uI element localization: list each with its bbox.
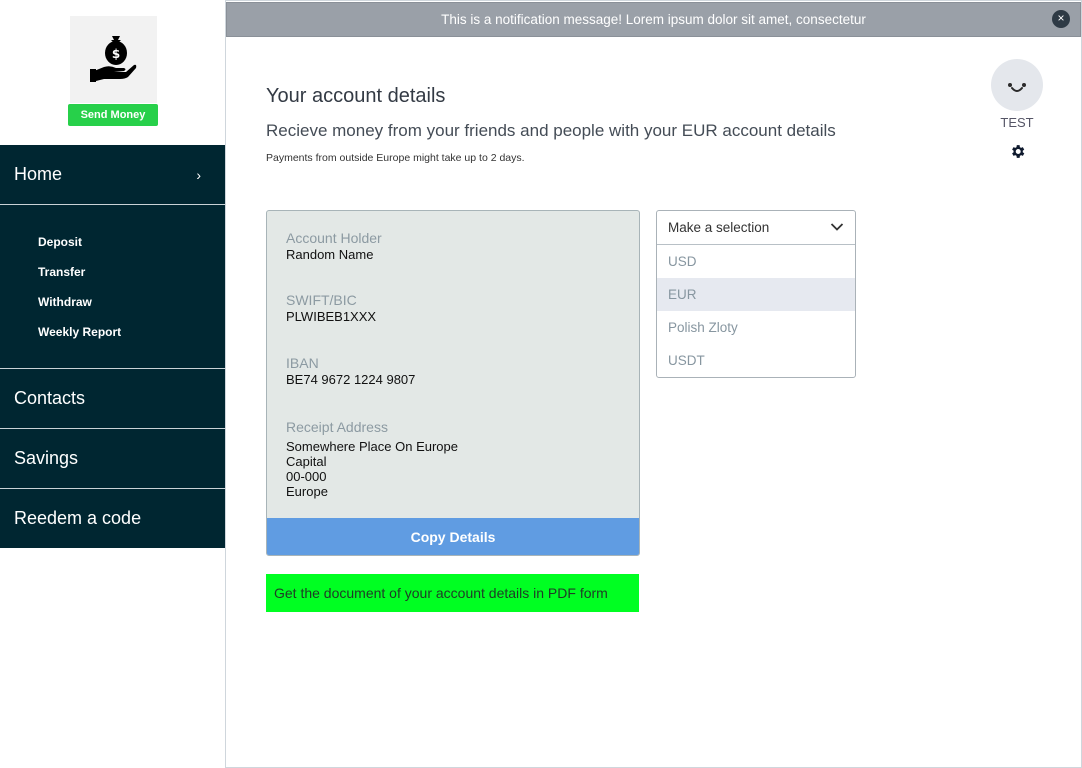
home-submenu: Deposit Transfer Withdraw Weekly Report bbox=[0, 205, 225, 369]
swift-value: PLWIBEB1XXX bbox=[286, 309, 377, 324]
account-holder-field: Account Holder Random Name bbox=[286, 230, 382, 262]
currency-option-polish-zloty[interactable]: Polish Zloty bbox=[657, 311, 855, 344]
account-holder-label: Account Holder bbox=[286, 230, 382, 246]
address-value: Somewhere Place On Europe Capital 00-000… bbox=[286, 439, 458, 499]
pdf-document-button[interactable]: Get the document of your account details… bbox=[266, 574, 639, 612]
address-line: 00-000 bbox=[286, 469, 327, 484]
notification-message: This is a notification message! Lorem ip… bbox=[441, 12, 866, 27]
sidebar-subitem-deposit[interactable]: Deposit bbox=[0, 231, 225, 261]
sidebar-item-redeem-code[interactable]: Reedem a code bbox=[0, 488, 225, 548]
sidebar-subitem-weekly-report[interactable]: Weekly Report bbox=[0, 321, 225, 351]
page-subtitle: Recieve money from your friends and peop… bbox=[266, 121, 836, 140]
smiley-face-icon bbox=[991, 83, 1043, 115]
currency-option-eur[interactable]: EUR bbox=[657, 278, 855, 311]
sidebar-subitem-transfer[interactable]: Transfer bbox=[0, 261, 225, 291]
page-title: Your account details bbox=[266, 85, 446, 107]
swift-label: SWIFT/BIC bbox=[286, 292, 357, 308]
gear-icon[interactable] bbox=[1009, 143, 1026, 160]
iban-field: IBAN BE74 9672 1224 9807 bbox=[286, 355, 415, 387]
money-bag-hand-icon: $ bbox=[89, 31, 138, 88]
notification-bar: This is a notification message! Lorem ip… bbox=[226, 2, 1081, 37]
send-money-button[interactable]: Send Money bbox=[68, 104, 158, 126]
currency-select-placeholder: Make a selection bbox=[668, 220, 770, 235]
copy-details-button[interactable]: Copy Details bbox=[267, 518, 639, 555]
sidebar-item-home[interactable]: Home › bbox=[0, 145, 225, 205]
sidebar: $ Send Money Home › Deposit Transfer Wit… bbox=[0, 0, 226, 768]
address-line: Europe bbox=[286, 484, 328, 499]
address-label: Receipt Address bbox=[286, 419, 388, 435]
address-line: Somewhere Place On Europe bbox=[286, 439, 458, 454]
address-line: Capital bbox=[286, 454, 327, 469]
address-field: Receipt Address Somewhere Place On Europ… bbox=[286, 419, 458, 499]
svg-text:$: $ bbox=[111, 47, 119, 61]
close-icon[interactable]: × bbox=[1052, 10, 1070, 28]
logo: $ bbox=[70, 16, 157, 103]
payment-note: Payments from outside Europe might take … bbox=[266, 152, 525, 164]
avatar[interactable] bbox=[991, 59, 1043, 111]
currency-option-usd[interactable]: USD bbox=[657, 245, 855, 278]
iban-value: BE74 9672 1224 9807 bbox=[286, 372, 416, 387]
account-holder-value: Random Name bbox=[286, 247, 374, 262]
currency-select-toggle[interactable]: Make a selection bbox=[657, 211, 855, 245]
profile-name: TEST bbox=[1000, 115, 1034, 130]
currency-select: Make a selection USD EUR Polish Zloty US… bbox=[656, 210, 856, 378]
currency-option-usdt[interactable]: USDT bbox=[657, 344, 855, 377]
swift-field: SWIFT/BIC PLWIBEB1XXX bbox=[286, 292, 376, 324]
chevron-right-icon: › bbox=[196, 166, 201, 183]
account-details-card: Account Holder Random Name SWIFT/BIC PLW… bbox=[266, 210, 640, 556]
iban-label: IBAN bbox=[286, 355, 319, 371]
chevron-down-icon bbox=[830, 220, 844, 235]
sidebar-item-contacts[interactable]: Contacts bbox=[0, 368, 225, 428]
sidebar-item-label: Home bbox=[14, 164, 63, 184]
sidebar-subitem-withdraw[interactable]: Withdraw bbox=[0, 291, 225, 321]
sidebar-item-savings[interactable]: Savings bbox=[0, 428, 225, 488]
